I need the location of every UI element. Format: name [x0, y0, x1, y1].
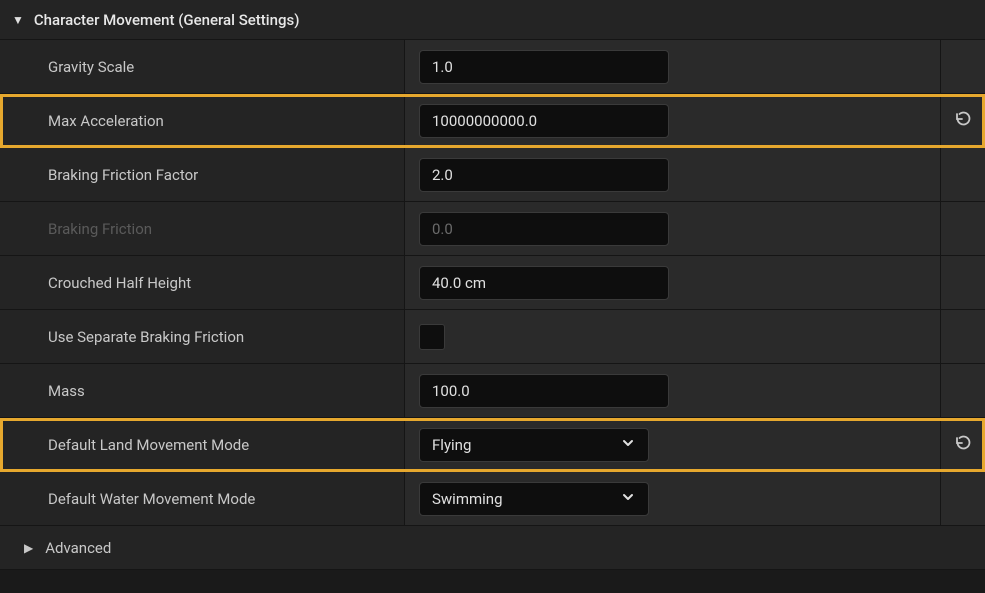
- chevron-down-icon: [620, 489, 636, 509]
- braking-friction-factor-input[interactable]: 2.0: [419, 158, 669, 192]
- property-row-default-land-movement-mode: Default Land Movement Mode Flying: [0, 418, 985, 472]
- reset-cell: [941, 256, 985, 309]
- braking-friction-input: 0.0: [419, 212, 669, 246]
- reset-cell: [941, 94, 985, 147]
- section-title: Character Movement (General Settings): [34, 11, 300, 29]
- property-label: Default Water Movement Mode: [0, 472, 405, 525]
- reset-cell: [941, 148, 985, 201]
- mass-input[interactable]: 100.0: [419, 374, 669, 408]
- gravity-scale-input[interactable]: 1.0: [419, 50, 669, 84]
- crouched-half-height-input[interactable]: 40.0 cm: [419, 266, 669, 300]
- reset-to-default-icon[interactable]: [953, 109, 973, 133]
- property-label: Braking Friction Factor: [0, 148, 405, 201]
- reset-cell: [941, 310, 985, 363]
- chevron-down-icon: [620, 435, 636, 455]
- property-row-gravity-scale: Gravity Scale 1.0: [0, 40, 985, 94]
- advanced-label: Advanced: [45, 539, 111, 557]
- property-value-cell: 10000000000.0: [405, 94, 941, 147]
- property-label: Mass: [0, 364, 405, 417]
- collapse-triangle-icon: ▼: [12, 13, 24, 27]
- property-value-cell: Swimming: [405, 472, 941, 525]
- reset-cell: [941, 472, 985, 525]
- use-separate-braking-friction-checkbox[interactable]: [419, 324, 445, 350]
- reset-cell: [941, 40, 985, 93]
- character-movement-panel: ▼ Character Movement (General Settings) …: [0, 0, 985, 570]
- property-row-mass: Mass 100.0: [0, 364, 985, 418]
- property-row-braking-friction-factor: Braking Friction Factor 2.0: [0, 148, 985, 202]
- property-value-cell: Flying: [405, 418, 941, 471]
- property-value-cell: 100.0: [405, 364, 941, 417]
- property-value-cell: 0.0: [405, 202, 941, 255]
- section-header[interactable]: ▼ Character Movement (General Settings): [0, 0, 985, 40]
- property-label: Braking Friction: [0, 202, 405, 255]
- reset-cell: [941, 202, 985, 255]
- reset-cell: [941, 418, 985, 471]
- dropdown-value: Swimming: [432, 490, 503, 508]
- property-label: Max Acceleration: [0, 94, 405, 147]
- property-value-cell: 40.0 cm: [405, 256, 941, 309]
- property-label: Gravity Scale: [0, 40, 405, 93]
- property-row-crouched-half-height: Crouched Half Height 40.0 cm: [0, 256, 985, 310]
- property-value-cell: 2.0: [405, 148, 941, 201]
- max-acceleration-input[interactable]: 10000000000.0: [419, 104, 669, 138]
- property-row-default-water-movement-mode: Default Water Movement Mode Swimming: [0, 472, 985, 526]
- property-row-use-separate-braking-friction: Use Separate Braking Friction: [0, 310, 985, 364]
- reset-to-default-icon[interactable]: [953, 433, 973, 457]
- default-water-movement-mode-dropdown[interactable]: Swimming: [419, 482, 649, 516]
- property-value-cell: 1.0: [405, 40, 941, 93]
- advanced-section-header[interactable]: ▶ Advanced: [0, 526, 985, 570]
- property-row-max-acceleration: Max Acceleration 10000000000.0: [0, 94, 985, 148]
- reset-cell: [941, 364, 985, 417]
- property-value-cell: [405, 310, 941, 363]
- property-label: Crouched Half Height: [0, 256, 405, 309]
- expand-triangle-icon: ▶: [24, 541, 33, 555]
- property-label: Default Land Movement Mode: [0, 418, 405, 471]
- property-label: Use Separate Braking Friction: [0, 310, 405, 363]
- dropdown-value: Flying: [432, 436, 471, 454]
- property-row-braking-friction: Braking Friction 0.0: [0, 202, 985, 256]
- default-land-movement-mode-dropdown[interactable]: Flying: [419, 428, 649, 462]
